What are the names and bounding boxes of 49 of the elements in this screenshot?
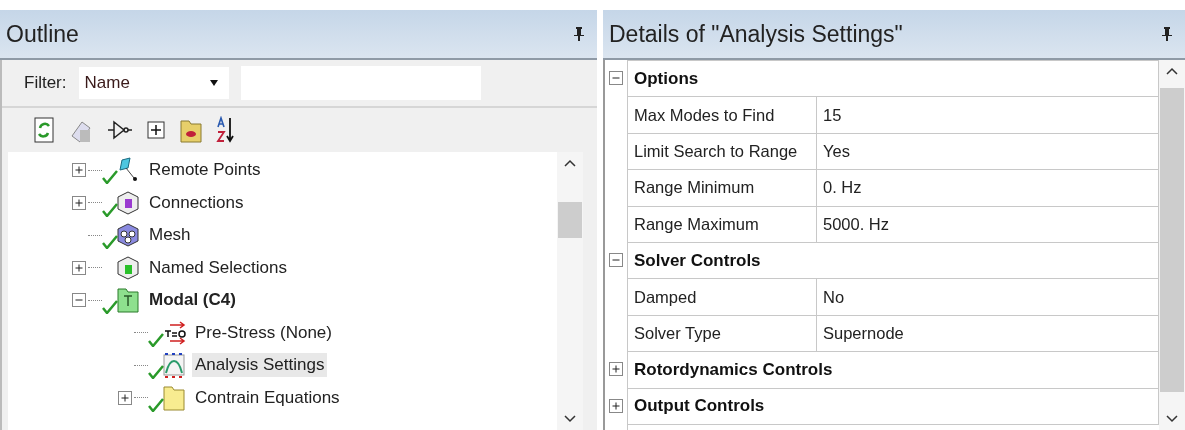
expand-toggle[interactable] [609,398,623,413]
expand-toggle[interactable] [72,293,86,308]
scroll-thumb[interactable] [1160,88,1184,392]
section-header[interactable]: Rotordynamics Controls [627,351,1159,389]
property-name: Max Modes to Find [627,96,817,134]
filter-label: Filter: [24,73,67,93]
tree-item[interactable]: Pre-Stress (None) [192,320,335,345]
property-name: Solver Type [627,314,817,353]
folder-icon [114,286,142,315]
scroll-down-icon[interactable] [1165,414,1179,424]
property-name: Range Maximum [627,205,817,243]
section-header[interactable]: Options [627,60,1159,98]
expand-all-icon[interactable] [146,120,166,140]
expand-toggle[interactable] [609,362,623,377]
pin-icon[interactable] [573,26,585,42]
scroll-down-icon[interactable] [563,414,577,424]
tree-item[interactable]: Named Selections [146,255,290,280]
scroll-up-icon[interactable] [1165,66,1179,76]
expand-toggle[interactable] [609,71,623,86]
tree-item[interactable]: Mesh [146,223,194,248]
tree-item[interactable]: Contrain Equations [192,385,343,410]
tree-item[interactable]: Analysis Settings [192,353,328,378]
panel-title: Details of "Analysis Settings" [609,20,903,48]
tree-item[interactable]: Remote Points [146,158,264,183]
pin-icon[interactable] [1161,26,1173,42]
section-header[interactable]: Output Controls [627,387,1159,425]
property-name: Damped [627,278,817,316]
scroll-thumb[interactable] [558,202,582,238]
expand-toggle[interactable] [609,253,623,268]
filter-dropdown[interactable]: Name [78,67,229,99]
folder-icon [160,383,188,412]
tree-item[interactable]: Modal (C4) [146,288,239,313]
sort-icon[interactable] [216,116,236,144]
expand-toggle[interactable] [72,195,86,210]
property-name: Range Minimum [627,169,817,207]
panel-title: Outline [6,20,79,48]
expand-toggle[interactable] [72,163,86,178]
scrollbar[interactable] [1159,60,1185,430]
gate-icon[interactable] [106,118,134,142]
scroll-up-icon[interactable] [563,158,577,168]
refresh-icon[interactable] [32,116,56,144]
curve-icon [160,351,188,380]
section-header[interactable]: Solver Controls [627,241,1159,280]
scrollbar[interactable] [557,152,583,430]
caret-icon [208,79,219,87]
property-name: Limit Search to Range [627,132,817,171]
expand-toggle[interactable] [72,260,86,275]
tree-item[interactable]: Connections [146,190,247,215]
expand-toggle[interactable] [118,390,132,405]
